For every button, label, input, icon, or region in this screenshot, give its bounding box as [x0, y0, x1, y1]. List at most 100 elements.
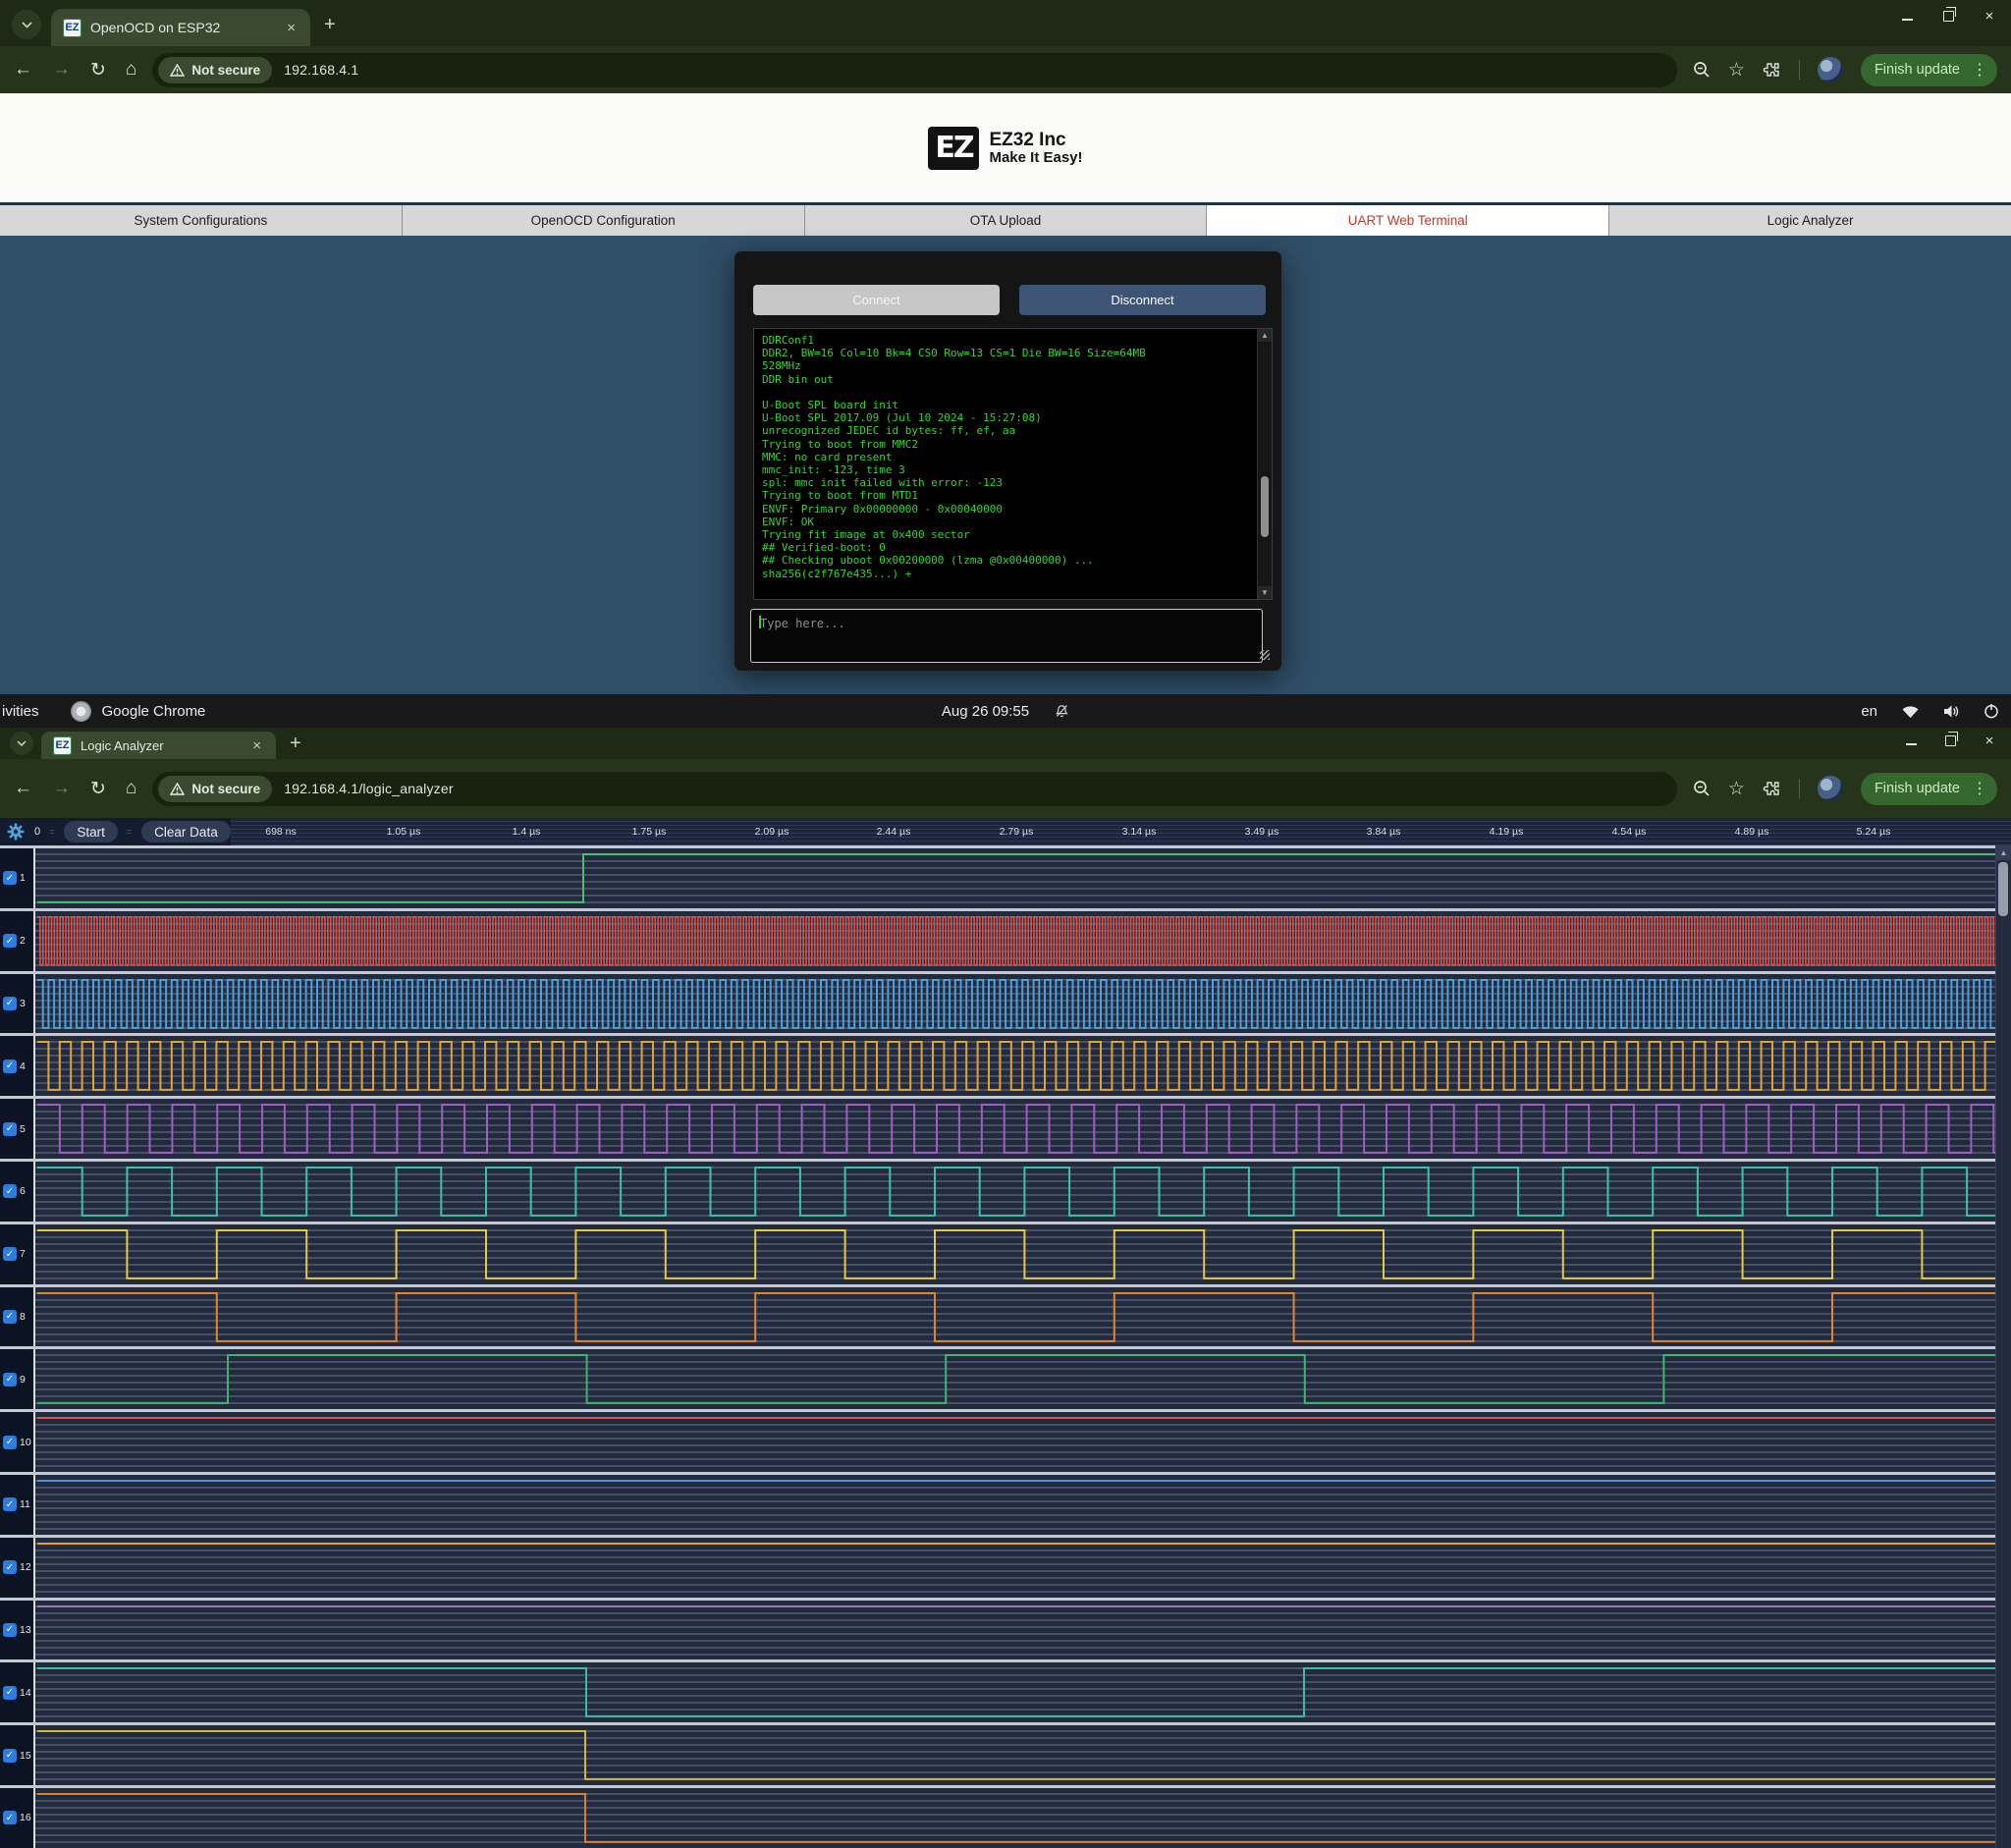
- not-secure-chip[interactable]: Not secure: [158, 776, 272, 802]
- channel-checkbox[interactable]: ✓: [3, 1749, 17, 1763]
- channel-waveform: [37, 1662, 1996, 1722]
- reload-icon[interactable]: ↻: [90, 59, 106, 82]
- address-bar[interactable]: Not secure 192.168.4.1/logic_analyzer: [152, 772, 1676, 806]
- bookmark-star-icon[interactable]: ☆: [1728, 778, 1745, 800]
- app-indicator[interactable]: Google Chrome: [71, 701, 206, 722]
- resize-grip-icon[interactable]: [1260, 650, 1270, 660]
- channel-checkbox[interactable]: ✓: [3, 1247, 17, 1261]
- channel-checkbox[interactable]: ✓: [3, 1184, 17, 1198]
- scroll-up-icon[interactable]: ▲: [1996, 845, 2011, 860]
- bookmark-star-icon[interactable]: ☆: [1728, 59, 1745, 82]
- new-tab-button[interactable]: +: [324, 14, 336, 36]
- channel-checkbox[interactable]: ✓: [3, 1623, 17, 1637]
- profile-avatar[interactable]: [1818, 776, 1843, 801]
- channel-number: 7: [20, 1248, 26, 1260]
- system-tray[interactable]: en: [1861, 703, 1999, 720]
- menu-kebab-icon[interactable]: ⋮: [1968, 60, 1991, 80]
- address-bar[interactable]: Not secure 192.168.4.1: [152, 53, 1676, 87]
- close-tab-icon[interactable]: ×: [249, 737, 264, 754]
- channel-number: 10: [20, 1437, 31, 1448]
- tab-openocd-configuration[interactable]: OpenOCD Configuration: [403, 205, 805, 236]
- clock-label: Aug 26 09:55: [942, 703, 1029, 720]
- disconnect-button[interactable]: Disconnect: [1019, 285, 1266, 315]
- channel-checkbox[interactable]: ✓: [3, 1560, 17, 1574]
- minimize-icon[interactable]: [1899, 8, 1915, 24]
- scroll-up-icon[interactable]: ▲: [1258, 329, 1272, 342]
- close-window-icon[interactable]: ×: [1982, 8, 1997, 24]
- channel-checkbox[interactable]: ✓: [3, 1686, 17, 1700]
- reload-icon[interactable]: ↻: [90, 778, 106, 800]
- channel-checkbox[interactable]: ✓: [3, 1811, 17, 1824]
- brand-name: EZ32 Inc: [989, 131, 1082, 150]
- channel-number: 1: [20, 872, 26, 884]
- window-controls: ×: [1899, 8, 1997, 24]
- forward-icon[interactable]: →: [52, 59, 71, 81]
- channel-number: 12: [20, 1561, 31, 1573]
- channel-checkbox[interactable]: ✓: [3, 934, 17, 948]
- channel-checkbox[interactable]: ✓: [3, 1310, 17, 1324]
- tab-search-button[interactable]: [12, 10, 41, 39]
- clear-data-button[interactable]: Clear Data: [141, 821, 231, 842]
- tab-logic-analyzer[interactable]: Logic Analyzer: [1609, 205, 2011, 236]
- gear-icon[interactable]: [6, 822, 26, 842]
- channel-checkbox[interactable]: ✓: [3, 1060, 17, 1073]
- channel-row: ✓1: [0, 845, 2011, 908]
- browser-tab[interactable]: EZ OpenOCD on ESP32 ×: [51, 9, 310, 46]
- scrollbar-thumb[interactable]: [1998, 862, 2008, 916]
- profile-avatar[interactable]: [1818, 57, 1843, 82]
- extensions-icon[interactable]: [1763, 780, 1781, 798]
- close-window-icon[interactable]: ×: [1982, 733, 1997, 748]
- channel-row: ✓9: [0, 1346, 2011, 1409]
- tab-ota-upload[interactable]: OTA Upload: [805, 205, 1208, 236]
- channel-row: ✓3: [0, 971, 2011, 1034]
- tab-title: Logic Analyzer: [81, 738, 241, 753]
- restore-icon[interactable]: [1940, 8, 1956, 24]
- channel-checkbox[interactable]: ✓: [3, 1122, 17, 1136]
- channel-waveform: [37, 1475, 1996, 1535]
- connect-button[interactable]: Connect: [753, 285, 1000, 315]
- restore-icon[interactable]: [1942, 733, 1958, 748]
- scrollbar-thumb[interactable]: [1261, 476, 1269, 537]
- analyzer-scrollbar[interactable]: ▲: [1995, 845, 2011, 1848]
- uart-input-field[interactable]: [750, 609, 1263, 663]
- not-secure-chip[interactable]: Not secure: [158, 57, 272, 83]
- channel-checkbox[interactable]: ✓: [3, 871, 17, 885]
- channel-checkbox[interactable]: ✓: [3, 1436, 17, 1449]
- clock-area[interactable]: Aug 26 09:55: [942, 703, 1069, 720]
- channel-number: 13: [20, 1624, 31, 1636]
- tab-system-configurations[interactable]: System Configurations: [0, 205, 403, 236]
- top-browser-window: EZ OpenOCD on ESP32 × + × ← → ↻ ⌂ Not se…: [0, 0, 2011, 694]
- home-icon[interactable]: ⌂: [126, 59, 136, 81]
- browser-tab[interactable]: EZ Logic Analyzer ×: [41, 732, 276, 759]
- finish-update-button[interactable]: Finish update ⋮: [1861, 773, 1997, 805]
- tab-search-button[interactable]: [10, 732, 33, 755]
- activities-button[interactable]: ivities: [0, 703, 49, 720]
- back-icon[interactable]: ←: [14, 59, 32, 81]
- channel-waveform: [37, 911, 1996, 971]
- window-controls: ×: [1903, 733, 1997, 748]
- timeline-tick-label: 3.14 µs: [1122, 826, 1157, 838]
- close-tab-icon[interactable]: ×: [284, 20, 299, 36]
- new-tab-button[interactable]: +: [290, 733, 301, 755]
- tab-uart-web-terminal[interactable]: UART Web Terminal: [1207, 205, 1609, 236]
- channel-label: ✓5: [0, 1099, 35, 1159]
- home-icon[interactable]: ⌂: [126, 778, 136, 799]
- zoom-icon[interactable]: [1693, 780, 1711, 797]
- extensions-icon[interactable]: [1763, 61, 1781, 80]
- channel-checkbox[interactable]: ✓: [3, 1497, 17, 1511]
- channel-number: 3: [20, 998, 26, 1009]
- terminal-scrollbar[interactable]: ▲ ▼: [1257, 329, 1272, 599]
- forward-icon[interactable]: →: [52, 778, 71, 799]
- menu-kebab-icon[interactable]: ⋮: [1968, 779, 1991, 798]
- channel-checkbox[interactable]: ✓: [3, 997, 17, 1010]
- finish-update-button[interactable]: Finish update ⋮: [1861, 54, 1997, 86]
- back-icon[interactable]: ←: [14, 778, 32, 799]
- scroll-down-icon[interactable]: ▼: [1258, 586, 1272, 599]
- ez-favicon-icon: EZ: [53, 736, 72, 755]
- zoom-icon[interactable]: [1693, 61, 1711, 79]
- start-button[interactable]: Start: [64, 821, 118, 842]
- minimize-icon[interactable]: [1903, 733, 1919, 748]
- uart-page: EZ EZ32 Inc Make It Easy! System Configu…: [0, 93, 2011, 694]
- terminal-output-box[interactable]: DDRConf1 DDR2, BW=16 Col=10 Bk=4 CS0 Row…: [753, 328, 1273, 600]
- channel-checkbox[interactable]: ✓: [3, 1373, 17, 1386]
